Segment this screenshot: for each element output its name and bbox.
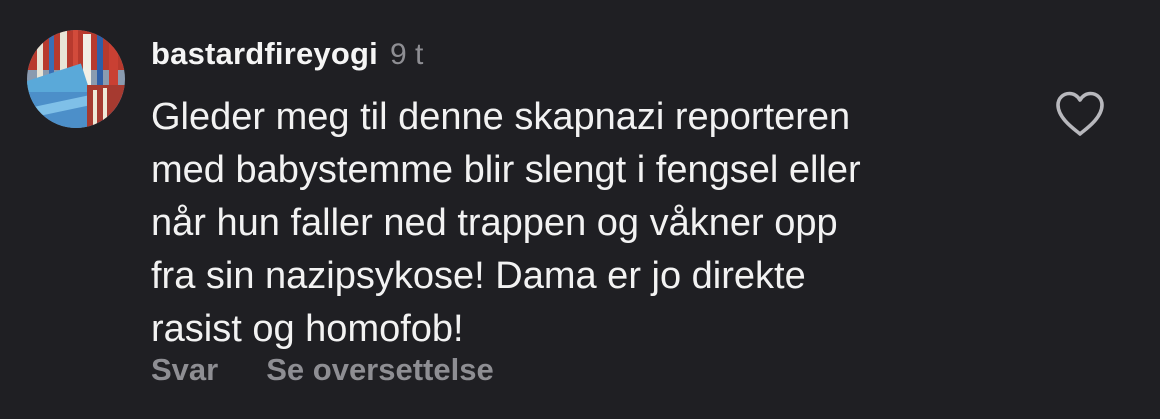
comment-text-line: Gleder meg til denne skapnazi reporteren: [151, 96, 851, 138]
timestamp: 9 t: [389, 38, 424, 71]
comment-item: bastardfireyogi 9 t Gleder meg til denne …: [0, 0, 1160, 419]
comment-text-line: rasist og homofob!: [151, 308, 464, 350]
reply-button[interactable]: Svar: [151, 352, 218, 387]
avatar-image: [27, 30, 125, 128]
comment-text-line: når hun faller ned trappen og våkner opp: [151, 202, 838, 244]
see-translation-button[interactable]: Se oversettelse: [266, 352, 493, 387]
comment-actions: Svar Se oversettelse: [151, 352, 494, 388]
username[interactable]: bastardfireyogi: [151, 36, 378, 71]
like-button[interactable]: [1054, 90, 1106, 138]
comment-header: bastardfireyogi 9 t: [151, 36, 423, 72]
heart-outline-icon: [1056, 91, 1104, 136]
comment-text-line: med babystemme blir slengt i fengsel ell…: [151, 149, 861, 191]
comment-text-line: fra sin nazipsykose! Dama er jo direkte: [151, 255, 806, 297]
comment-text: Gleder meg til denne skapnazi reporteren…: [151, 91, 1011, 356]
avatar[interactable]: [27, 30, 125, 128]
